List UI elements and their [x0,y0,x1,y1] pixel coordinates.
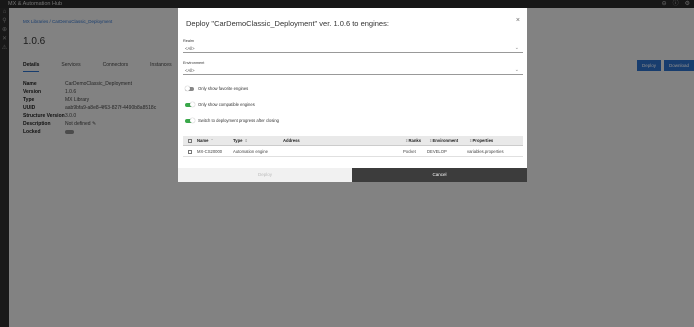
realm-select[interactable]: <All> ⌄ [183,44,523,53]
favorite-engines-switch-row: Only show favorite engines [184,86,249,91]
column-header-environment[interactable]: ⇕Environment [427,136,467,145]
table-header: Name ⌃ Type ⇕ Address ⇕Ranks ⇕Environment … [183,136,523,146]
cell-address [283,146,403,156]
deploy-dialog: Deploy "CarDemoClassic_Deployment" ver. … [178,8,527,182]
realm-label: Realm [183,39,194,43]
table-row[interactable]: MX-CS20000 Automation engine Pocket DEVE… [183,146,523,157]
compatible-engines-switch-row: Only show compatible engines [185,102,255,107]
cancel-button[interactable]: Cancel [352,168,527,182]
switch-label: Only show compatible engines [198,102,255,107]
cell-type: Automation engine [233,149,268,154]
engines-table: Name ⌃ Type ⇕ Address ⇕Ranks ⇕Environment … [183,136,523,157]
switch-label: Switch to deployment progress after clos… [198,118,279,123]
environment-label: Environment [183,61,205,65]
switch-label: Only show favorite engines [198,86,249,91]
dialog-footer: Deploy Cancel [178,168,527,182]
sort-icon: ⇕ [244,138,248,143]
dialog-deploy-button[interactable]: Deploy [178,168,352,182]
chevron-down-icon: ⌄ [514,67,519,73]
column-header-ranks[interactable]: ⇕Ranks [403,136,427,145]
dialog-title: Deploy "CarDemoClassic_Deployment" ver. … [186,19,389,28]
column-header-type[interactable]: Type ⇕ [233,136,283,145]
close-icon[interactable]: × [516,17,520,24]
column-header-address[interactable]: Address [283,136,403,145]
environment-value: <All> [185,68,195,73]
cell-name: MX-CS20000 [197,149,223,154]
realm-value: <All> [185,46,195,51]
cell-properties: variables.properties [467,149,504,154]
deployment-progress-switch[interactable] [185,118,195,123]
chevron-down-icon: ⌄ [514,45,519,51]
column-header-name[interactable]: Name ⌃ [197,136,233,145]
row-checkbox[interactable] [188,149,192,154]
cell-environment: DEVELOP [427,149,447,154]
select-all-checkbox[interactable] [188,138,192,143]
sort-icon: ⌃ [210,138,214,143]
deployment-progress-switch-row: Switch to deployment progress after clos… [185,118,279,123]
favorite-engines-switch[interactable] [184,86,194,91]
cell-ranks: Pocket [403,149,416,154]
column-header-properties[interactable]: ⇕Properties [467,136,523,145]
compatible-engines-switch[interactable] [185,102,195,107]
environment-select[interactable]: <All> ⌄ [183,66,523,75]
